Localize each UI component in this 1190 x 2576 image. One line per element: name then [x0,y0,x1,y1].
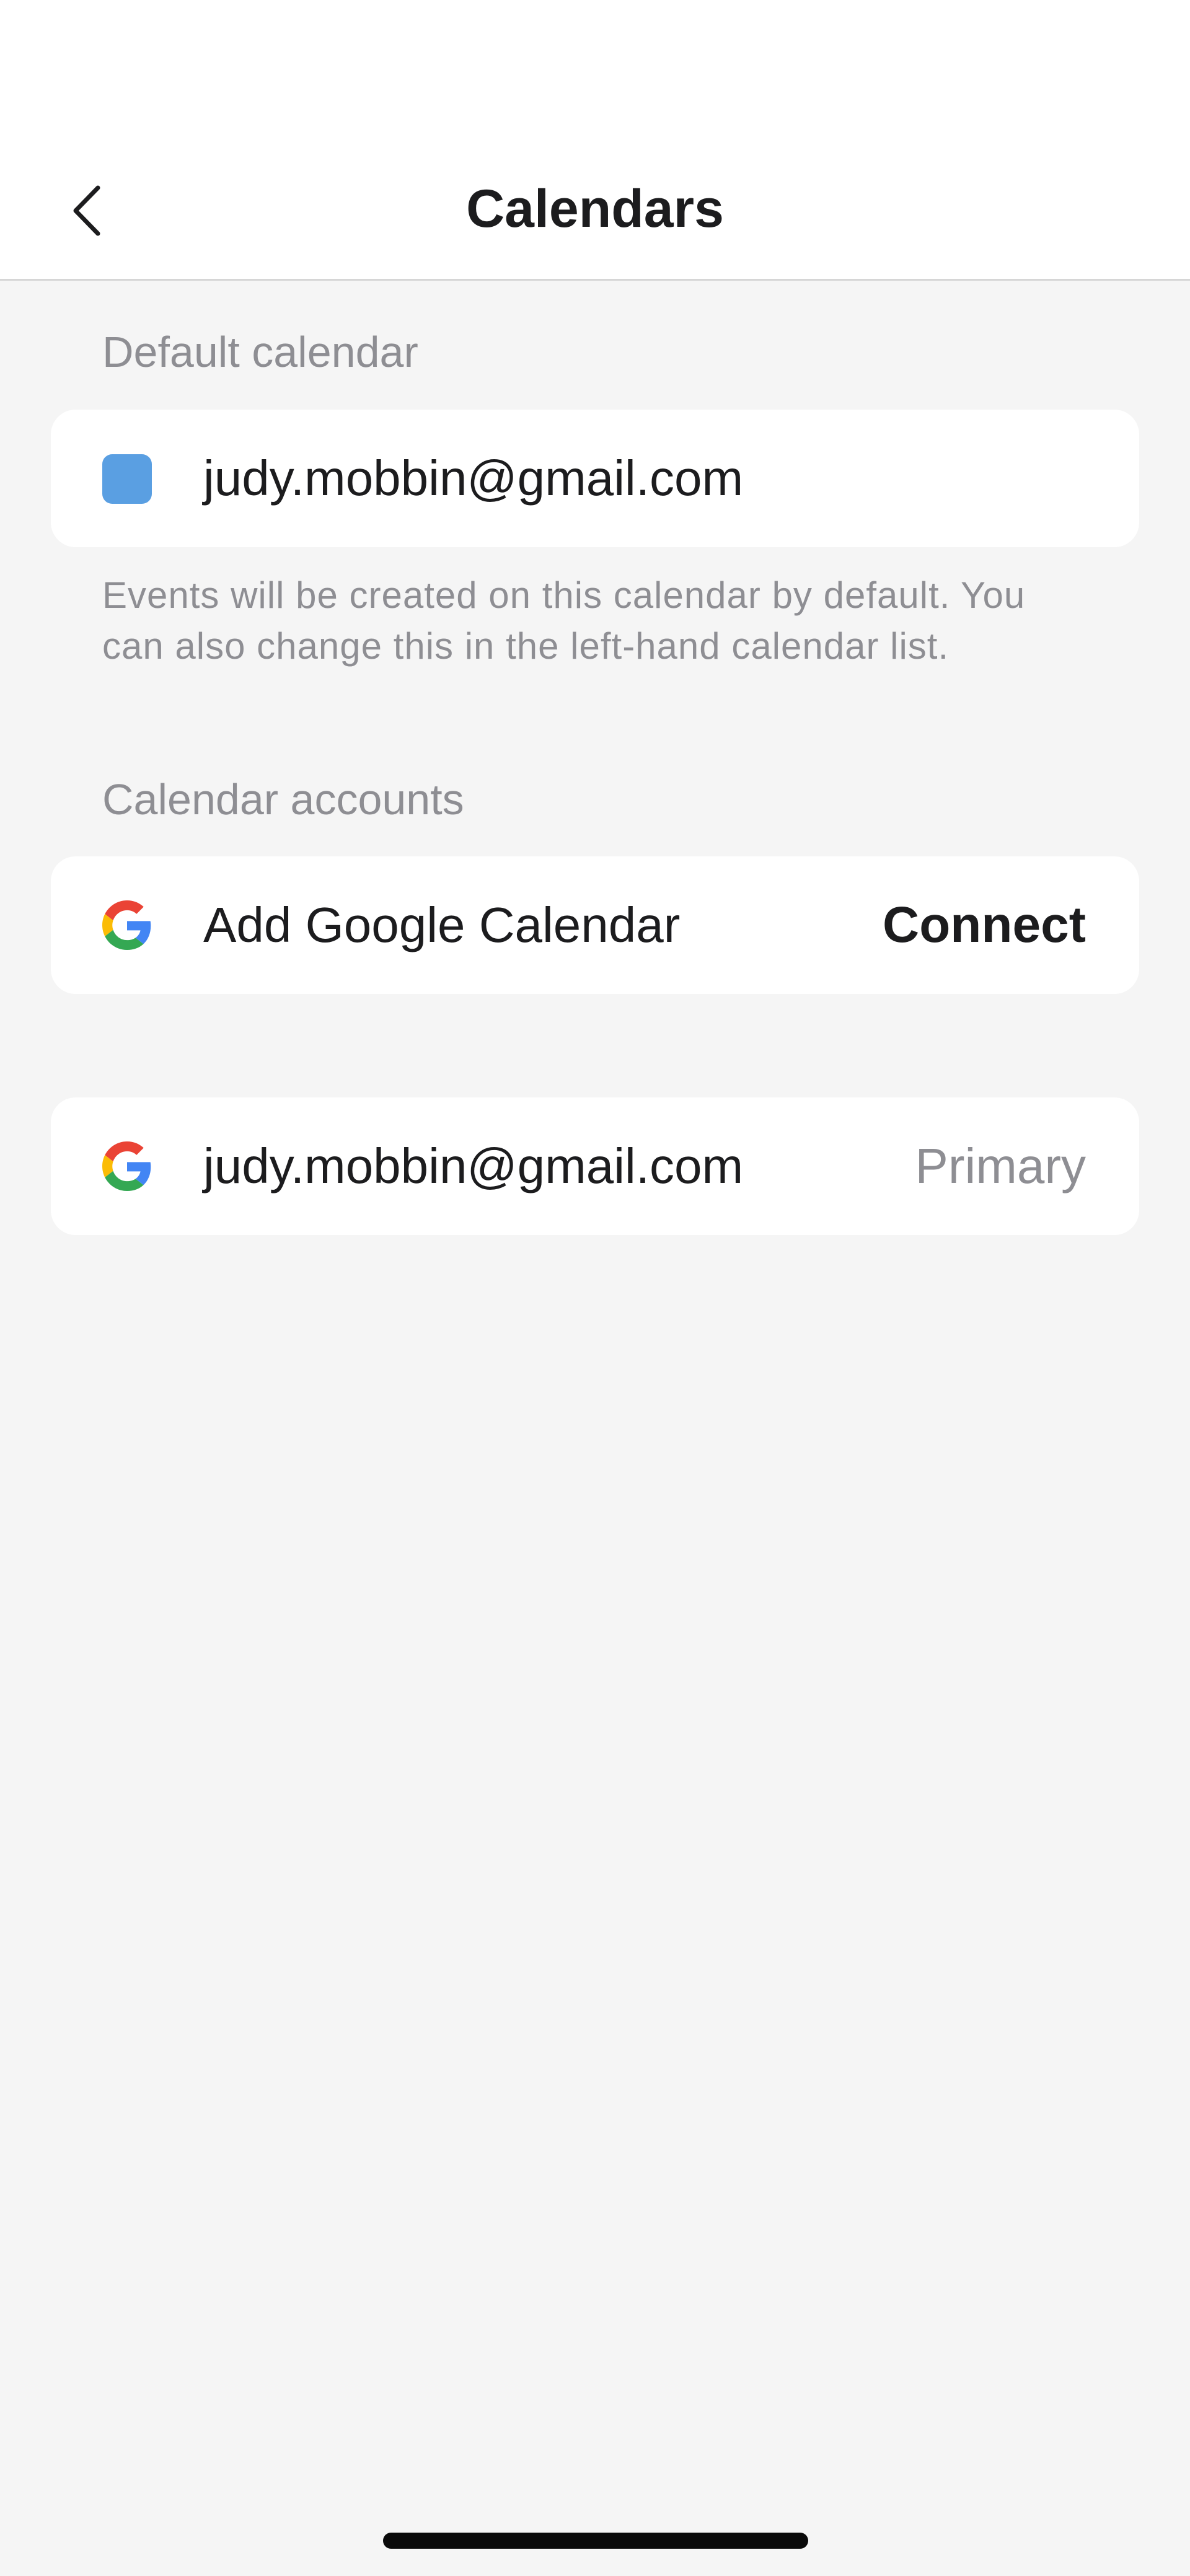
google-icon [102,1141,151,1191]
google-icon [102,900,151,950]
google-account-email: judy.mobbin@gmail.com [203,1138,744,1193]
default-calendar-row[interactable]: judy.mobbin@gmail.com [51,410,1139,547]
navigation-bar: Calendars [0,143,1190,281]
primary-badge: Primary [915,1138,1086,1193]
default-calendar-email: judy.mobbin@gmail.com [203,451,744,506]
default-calendar-footnote: Events will be created on this calendar … [102,574,1026,667]
calendar-color-swatch [102,454,152,504]
status-bar [0,0,1190,143]
add-google-calendar-row[interactable]: Add Google Calendar Connect [51,856,1139,994]
default-calendar-section-label: Default calendar [102,328,418,376]
home-indicator [383,2533,808,2549]
calendar-accounts-section-label: Calendar accounts [102,775,464,824]
google-account-row[interactable]: judy.mobbin@gmail.com Primary [51,1097,1139,1235]
page-title: Calendars [466,179,724,239]
connect-button[interactable]: Connect [883,856,1086,994]
add-google-calendar-label: Add Google Calendar [203,897,681,952]
